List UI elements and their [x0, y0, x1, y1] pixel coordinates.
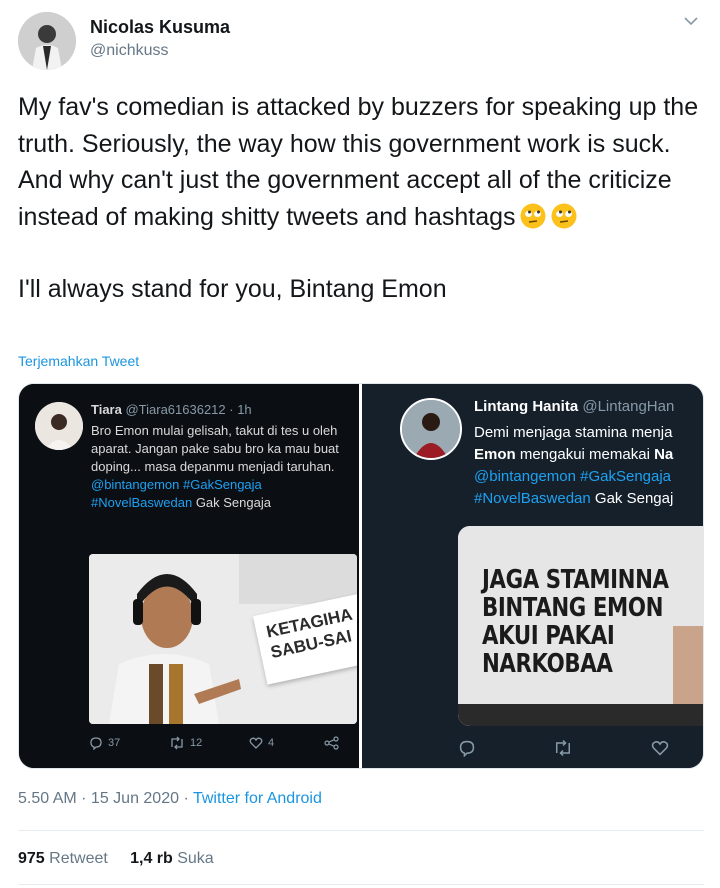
- tweet-paragraph-2: I'll always stand for you, Bintang Emon: [18, 275, 447, 303]
- media-gallery[interactable]: Tiara @Tiara61636212 · 1h Bro Emon mulai…: [18, 383, 704, 769]
- embedded-text-tail: Gak Sengaja: [195, 495, 271, 510]
- embedded-line-2: Emon mengakui memakai Na: [474, 444, 703, 466]
- heart-icon: [249, 737, 263, 749]
- retweets-count: 975: [18, 850, 45, 867]
- embedded-action-bar: 37 12 4: [89, 736, 359, 756]
- embedded-retweet: 12: [169, 736, 202, 750]
- embedded-line-2-rest: mengakui memakai: [519, 446, 650, 463]
- tweet-paragraph-1: My fav's comedian is attacked by buzzers…: [18, 93, 699, 231]
- embedded-author: Tiara @Tiara61636212 · 1h: [91, 402, 252, 417]
- embedded-photo-headline: JAGA STAMINNA BINTANG EMON AKUI PAKAI NARKO…: [482, 565, 669, 679]
- embedded-reply-count: 37: [108, 737, 121, 749]
- likes-stat[interactable]: 1,4 rb Suka: [130, 850, 214, 867]
- embedded-line-3: @bintangemon #GakSengaja: [474, 468, 672, 485]
- embedded-handle-time: @Tiara61636212 · 1h: [125, 402, 252, 417]
- retweets-label: Retweet: [49, 850, 108, 867]
- tweet-text: My fav's comedian is attacked by buzzers…: [18, 89, 708, 308]
- media-image-right[interactable]: Lintang Hanita @LintangHan Demi menjaga …: [362, 384, 703, 768]
- tweet-stats: 975 Retweet 1,4 rb Suka: [18, 850, 214, 868]
- reply-icon: [90, 737, 102, 750]
- author-avatar[interactable]: [18, 12, 76, 70]
- tweet-source-link[interactable]: Twitter for Android: [193, 790, 322, 807]
- embedded-author: Lintang Hanita @LintangHan: [474, 398, 674, 415]
- embedded-line-2-end: Na: [654, 446, 674, 463]
- embedded-photo: JAGA STAMINNA BINTANG EMON AKUI PAKAI NARKO…: [458, 526, 703, 726]
- embedded-photo: KETAGIHA SABU-SAI: [89, 554, 357, 724]
- retweet-icon: [171, 736, 183, 750]
- likes-label: Suka: [177, 850, 214, 867]
- heart-icon: [651, 741, 669, 756]
- share-icon: [324, 736, 339, 750]
- embedded-tweet-text: Bro Emon mulai gelisah, takut di tes u o…: [91, 422, 359, 512]
- face-with-rolling-eyes-icon: [519, 202, 547, 230]
- author-display-name[interactable]: Nicolas Kusuma: [90, 17, 230, 38]
- embedded-tweet-text: Demi menjaga stamina menja Emon mengakui…: [474, 422, 703, 510]
- embedded-line-4-tags: #NovelBaswedan: [474, 490, 591, 507]
- embedded-text-plain: Bro Emon mulai gelisah, takut di tes u o…: [91, 423, 339, 474]
- retweets-stat[interactable]: 975 Retweet: [18, 850, 108, 867]
- embedded-share: [324, 736, 340, 750]
- embedded-line-1: Demi menjaga stamina menja: [474, 424, 673, 441]
- embedded-avatar: [35, 402, 83, 450]
- embedded-action-bar: [458, 736, 703, 758]
- embedded-author-name: Tiara: [91, 402, 122, 417]
- embedded-mention: @bintangemon: [91, 477, 180, 492]
- embedded-author-name: Lintang Hanita: [474, 398, 579, 415]
- author-handle[interactable]: @nichkuss: [90, 42, 169, 60]
- embedded-like: 4: [249, 736, 274, 750]
- tweet-paragraph: My fav's comedian is attacked by buzzers…: [18, 89, 708, 235]
- embedded-line-4: #NovelBaswedan Gak Sengaj: [474, 488, 703, 510]
- divider: [18, 884, 704, 885]
- translate-tweet-link[interactable]: Terjemahkan Tweet: [18, 353, 139, 369]
- embedded-like-count: 4: [268, 737, 275, 749]
- tweet-timestamp[interactable]: 5.50 AM · 15 Jun 2020 ·: [18, 790, 189, 807]
- likes-count: 1,4 rb: [130, 850, 173, 867]
- divider: [18, 830, 704, 831]
- face-with-rolling-eyes-icon: [550, 202, 578, 230]
- chevron-down-icon[interactable]: [682, 14, 700, 28]
- embedded-line-4-tail: Gak Sengaj: [594, 490, 674, 507]
- reply-icon: [459, 740, 475, 757]
- embedded-line-2-bold: Emon: [474, 446, 516, 463]
- embedded-reply: 37: [89, 736, 120, 750]
- tweet-meta: 5.50 AM · 15 Jun 2020 · Twitter for Andr…: [18, 790, 322, 808]
- embedded-avatar: [400, 398, 462, 460]
- embedded-handle: @LintangHan: [582, 398, 675, 415]
- media-image-left[interactable]: Tiara @Tiara61636212 · 1h Bro Emon mulai…: [19, 384, 359, 768]
- embedded-retweet-count: 12: [190, 737, 203, 749]
- retweet-icon: [556, 739, 570, 757]
